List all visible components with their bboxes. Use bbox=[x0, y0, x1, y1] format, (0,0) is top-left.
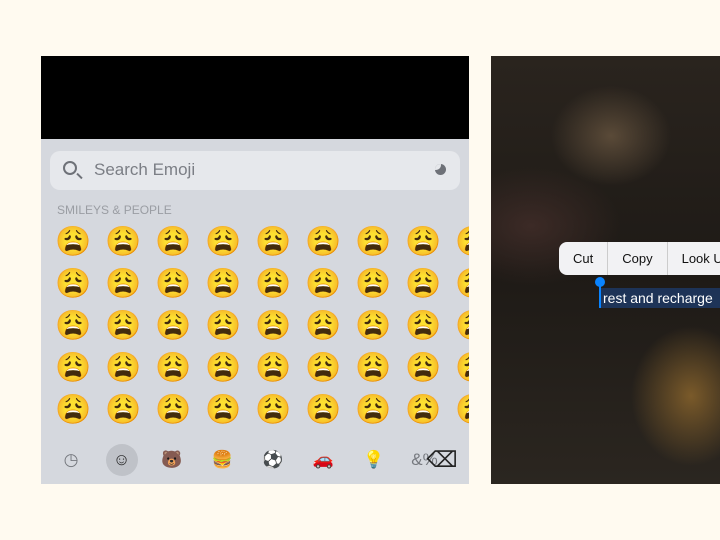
emoji-key[interactable]: 😩 bbox=[255, 394, 291, 426]
recent-icon[interactable]: ◷ bbox=[55, 444, 87, 476]
emoji-key[interactable]: 😩 bbox=[355, 226, 391, 258]
emoji-key[interactable]: 😩 bbox=[105, 394, 141, 426]
emoji-key[interactable]: 😩 bbox=[105, 352, 141, 384]
activity-icon[interactable]: ⚽ bbox=[257, 444, 289, 476]
emoji-key[interactable]: 😩 bbox=[105, 226, 141, 258]
emoji-key[interactable]: 😩 bbox=[305, 394, 341, 426]
emoji-key[interactable]: 😩 bbox=[205, 310, 241, 342]
emoji-key[interactable]: 😩 bbox=[55, 352, 91, 384]
emoji-key[interactable]: 😩 bbox=[405, 352, 441, 384]
emoji-key[interactable]: 😩 bbox=[355, 310, 391, 342]
emoji-key[interactable]: 😩 bbox=[305, 352, 341, 384]
search-icon bbox=[63, 161, 77, 175]
emoji-key[interactable]: 😩 bbox=[305, 310, 341, 342]
search-placeholder: Search Emoji bbox=[94, 160, 196, 179]
cut-button[interactable]: Cut bbox=[559, 242, 609, 275]
flags-icon[interactable]: ⚐ bbox=[459, 444, 469, 476]
search-emoji-field[interactable]: Search Emoji bbox=[50, 151, 460, 190]
emoji-key[interactable]: 😩 bbox=[55, 394, 91, 426]
selected-text[interactable]: rest and recharge bbox=[601, 288, 720, 308]
emoji-key[interactable]: 😩 bbox=[205, 226, 241, 258]
delete-icon[interactable]: ⌫ bbox=[426, 444, 458, 476]
emoji-key[interactable]: 😩 bbox=[455, 394, 469, 426]
look-up-button[interactable]: Look Up bbox=[668, 242, 720, 275]
emoji-key[interactable]: 😩 bbox=[455, 226, 469, 258]
emoji-key[interactable]: 😩 bbox=[405, 268, 441, 300]
emoji-keyboard: Search Emoji SMILEYS & PEOPLE 😩 😩 😩 😩 😩 😩 😩 😩 😩 😩… bbox=[41, 56, 469, 484]
emoji-key[interactable]: 😩 bbox=[205, 394, 241, 426]
photo-background: Cut Copy Look Up rest and recharge bbox=[491, 56, 720, 484]
emoji-key[interactable]: 😩 bbox=[305, 268, 341, 300]
context-menu: Cut Copy Look Up bbox=[559, 242, 720, 275]
animals-icon[interactable]: 🐻 bbox=[156, 444, 188, 476]
emoji-key[interactable]: 😩 bbox=[155, 352, 191, 384]
emoji-key[interactable]: 😩 bbox=[55, 226, 91, 258]
emoji-key[interactable]: 😩 bbox=[455, 352, 469, 384]
moon-icon[interactable] bbox=[435, 164, 446, 175]
emoji-key[interactable]: 😩 bbox=[205, 268, 241, 300]
emoji-key[interactable]: 😩 bbox=[255, 352, 291, 384]
emoji-key[interactable]: 😩 bbox=[155, 268, 191, 300]
emoji-key[interactable]: 😩 bbox=[155, 394, 191, 426]
emoji-key[interactable]: 😩 bbox=[205, 352, 241, 384]
emoji-key[interactable]: 😩 bbox=[255, 226, 291, 258]
emoji-key[interactable]: 😩 bbox=[355, 394, 391, 426]
emoji-key[interactable]: 😩 bbox=[405, 310, 441, 342]
selection-handle[interactable] bbox=[595, 277, 605, 308]
emoji-key[interactable]: 😩 bbox=[355, 268, 391, 300]
emoji-key[interactable]: 😩 bbox=[255, 268, 291, 300]
emoji-key[interactable]: 😩 bbox=[155, 310, 191, 342]
emoji-key[interactable]: 😩 bbox=[155, 226, 191, 258]
emoji-key[interactable]: 😩 bbox=[405, 394, 441, 426]
emoji-key[interactable]: 😩 bbox=[455, 268, 469, 300]
emoji-key[interactable]: 😩 bbox=[355, 352, 391, 384]
emoji-key[interactable]: 😩 bbox=[105, 268, 141, 300]
category-bar: ◷☺🐻🍔⚽🚗💡&%⚐⌫ bbox=[41, 436, 469, 484]
app-content-area bbox=[41, 56, 469, 139]
emoji-key[interactable]: 😩 bbox=[105, 310, 141, 342]
food-icon[interactable]: 🍔 bbox=[207, 444, 239, 476]
emoji-key[interactable]: 😩 bbox=[55, 268, 91, 300]
emoji-key[interactable]: 😩 bbox=[255, 310, 291, 342]
emoji-key[interactable]: 😩 bbox=[455, 310, 469, 342]
copy-button[interactable]: Copy bbox=[608, 242, 668, 275]
objects-icon[interactable]: 💡 bbox=[358, 444, 390, 476]
smileys-icon[interactable]: ☺ bbox=[105, 444, 138, 476]
emoji-key[interactable]: 😩 bbox=[305, 226, 341, 258]
travel-icon[interactable]: 🚗 bbox=[308, 444, 340, 476]
emoji-key[interactable]: 😩 bbox=[55, 310, 91, 342]
emoji-key[interactable]: 😩 bbox=[405, 226, 441, 258]
category-label: SMILEYS & PEOPLE bbox=[57, 203, 172, 217]
